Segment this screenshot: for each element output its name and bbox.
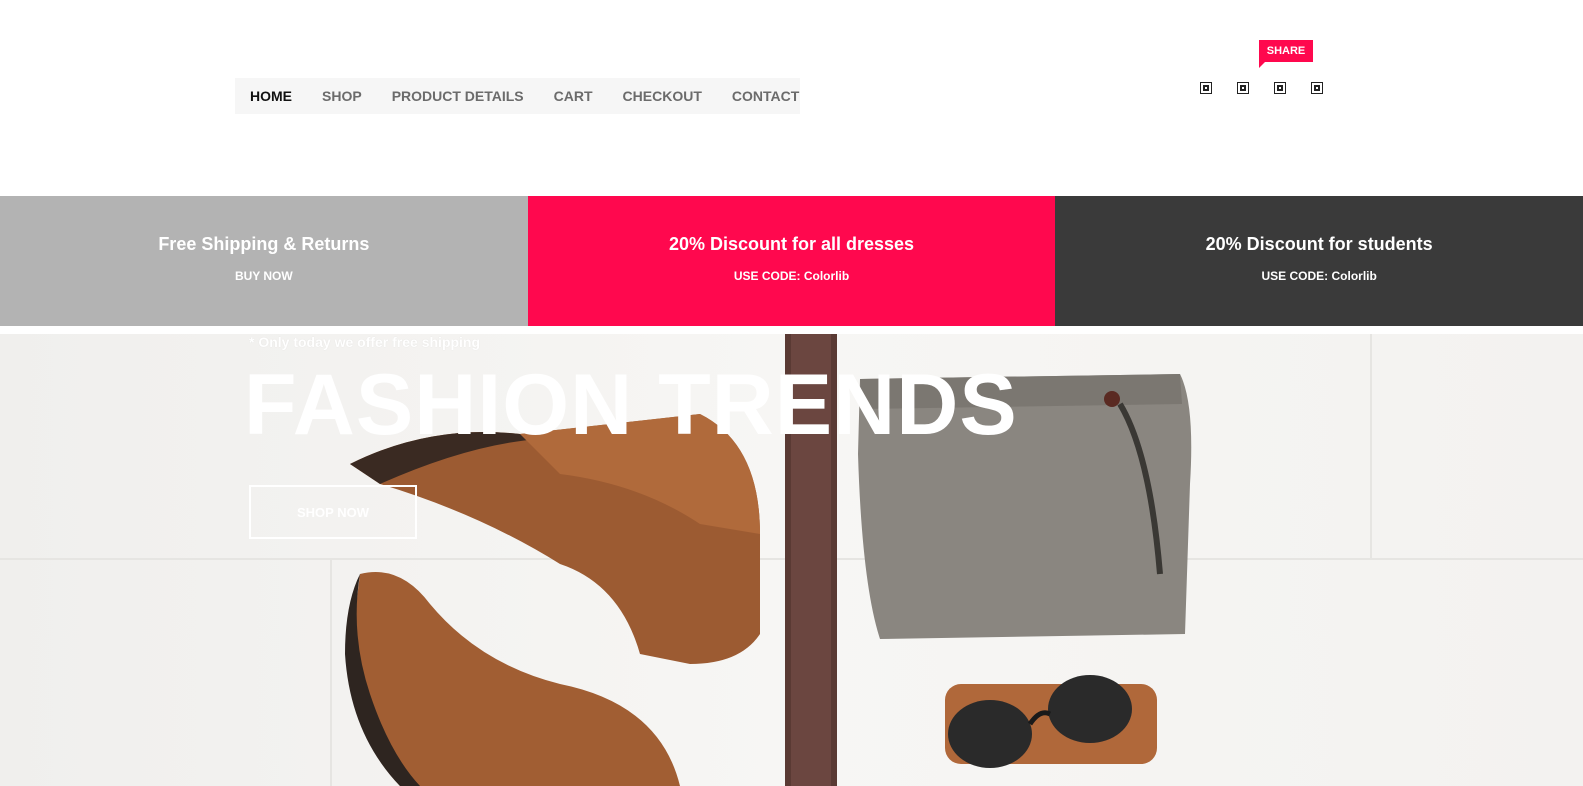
linkedin-icon[interactable] (1311, 82, 1323, 94)
share-badge: SHARE (1259, 40, 1313, 68)
promo-code: USE CODE: Colorlib (733, 268, 850, 283)
promo-dresses-discount[interactable]: 20% Discount for all dresses USE CODE: C… (527, 196, 1056, 326)
nav-item-cart[interactable]: CART (554, 88, 593, 104)
hero-title: FASHION TRENDS (244, 357, 1018, 453)
nav-item-product-details[interactable]: PRODUCT DETAILS (392, 88, 524, 104)
promo-title: Free Shipping & Returns (158, 233, 370, 254)
promo-students-discount[interactable]: 20% Discount for students USE CODE: Colo… (1055, 196, 1583, 326)
shop-now-button[interactable]: SHOP NOW (249, 485, 417, 539)
social-links (1200, 82, 1348, 94)
nav-item-contact[interactable]: CONTACT (732, 88, 799, 104)
nav-item-home[interactable]: HOME (250, 88, 292, 104)
hero-eyebrow: * Only today we offer free shipping (249, 334, 481, 350)
hero-banner: * Only today we offer free shipping FASH… (0, 334, 1583, 786)
pinterest-icon[interactable] (1200, 82, 1212, 94)
nav-item-checkout[interactable]: CHECKOUT (623, 88, 702, 104)
trousers-button (1104, 391, 1120, 407)
promo-bar: Free Shipping & Returns BUY NOW 20% Disc… (0, 196, 1583, 326)
promo-title: 20% Discount for all dresses (668, 233, 915, 254)
twitter-icon[interactable] (1274, 82, 1286, 94)
main-nav: HOME SHOP PRODUCT DETAILS CART CHECKOUT … (235, 78, 800, 114)
nav-item-shop[interactable]: SHOP (322, 88, 362, 104)
site-header: HOME SHOP PRODUCT DETAILS CART CHECKOUT … (0, 0, 1583, 196)
sunglasses-lens (1048, 675, 1132, 743)
promo-code: USE CODE: Colorlib (1261, 268, 1377, 283)
promo-title: 20% Discount for students (1205, 233, 1433, 254)
promo-free-shipping[interactable]: Free Shipping & Returns BUY NOW (0, 196, 528, 326)
facebook-icon[interactable] (1237, 82, 1249, 94)
sunglasses-image (948, 700, 1032, 768)
promo-link[interactable]: BUY NOW (235, 269, 293, 283)
